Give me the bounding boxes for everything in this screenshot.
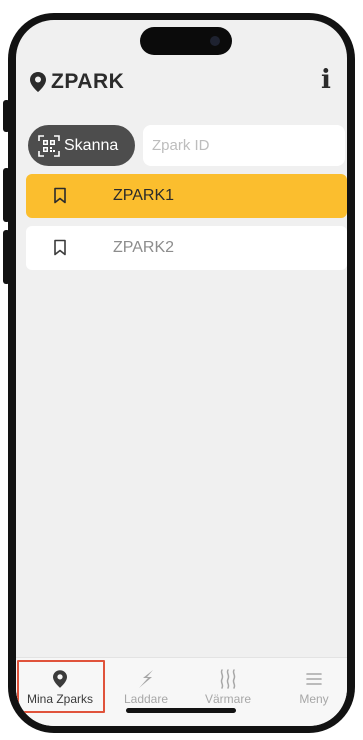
tab-label: Meny: [299, 692, 329, 706]
app-header: ZPARK i: [16, 20, 347, 130]
hamburger-menu-icon: [303, 668, 325, 690]
bottom-tab-bar: Mina Zparks Laddare Värmare Meny: [16, 657, 347, 726]
tab-mina-zparks[interactable]: Mina Zparks: [17, 658, 105, 714]
location-pin-icon: [30, 72, 46, 92]
brand: ZPARK: [30, 70, 124, 94]
bookmark-icon: [54, 239, 66, 256]
side-button-volume-down: [3, 230, 10, 284]
qr-code-icon: [38, 134, 60, 157]
tab-label: Värmare: [204, 692, 251, 706]
scan-button-label: Skanna: [64, 136, 119, 154]
app-title: ZPARK: [51, 70, 125, 93]
home-indicator: [126, 708, 236, 713]
lightning-icon: [135, 668, 157, 690]
zpark-item-label: ZPARK2: [113, 239, 175, 256]
tab-varmare[interactable]: Värmare: [186, 658, 270, 714]
zpark-list-item[interactable]: ZPARK2: [26, 226, 347, 270]
zpark-item-label: ZPARK1: [113, 187, 175, 204]
heat-waves-icon: [217, 668, 239, 690]
tab-label: Mina Zparks: [26, 692, 94, 706]
tab-meny[interactable]: Meny: [272, 658, 347, 714]
side-button-silent: [3, 100, 10, 132]
zpark-list-item-selected[interactable]: ZPARK1: [26, 174, 347, 218]
tab-label: Laddare: [123, 692, 169, 706]
side-button-volume-up: [3, 168, 10, 222]
zpark-id-input[interactable]: [143, 125, 345, 166]
scan-button[interactable]: Skanna: [28, 125, 135, 166]
info-icon[interactable]: i: [315, 66, 337, 94]
tab-laddare[interactable]: Laddare: [104, 658, 188, 714]
bookmark-icon: [54, 187, 66, 204]
app-screen: ZPARK i Skanna Zpark ID ZPARK1 ZPARK2 Mi…: [16, 20, 347, 726]
map-pin-icon: [49, 668, 71, 690]
